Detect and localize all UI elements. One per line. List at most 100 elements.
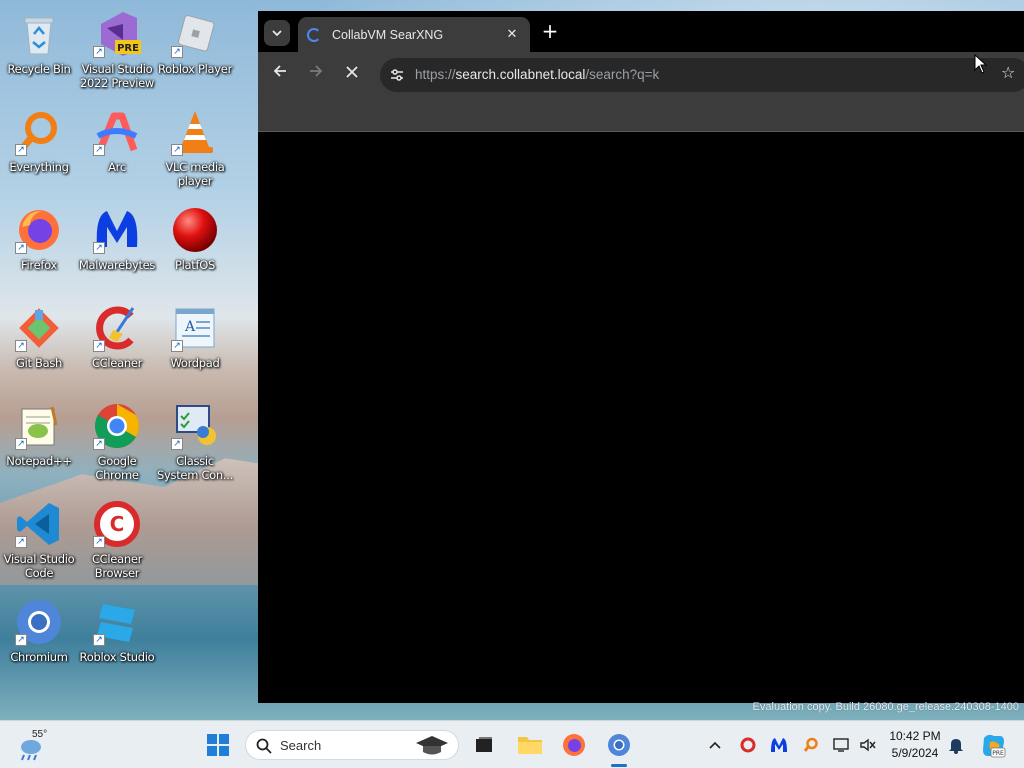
searxng-icon [307,27,321,42]
desktop-icon-roblox-player[interactable]: ↗ Roblox Player [156,6,234,98]
desktop-icon-label: Git Bash [15,356,63,370]
browser-toolbar: https://search.collabnet.local/search?q=… [258,52,1024,97]
shortcut-arrow-icon: ↗ [93,340,105,352]
shortcut-arrow-icon: ↗ [15,438,27,450]
desktop-icon-everything[interactable]: ↗ Everything [0,104,78,196]
shortcut-arrow-icon: ↗ [93,46,105,58]
notepad-plus-plus-icon: ↗ [15,402,63,450]
browser-tab[interactable]: CollabVM SearXNG ✕ [298,17,530,52]
shortcut-arrow-icon: ↗ [171,144,183,156]
back-button[interactable] [268,62,292,86]
weather-widget[interactable]: 55° [18,729,52,761]
firefox-icon [563,734,585,756]
shortcut-arrow-icon: ↗ [93,634,105,646]
graduation-cap-icon [416,736,448,755]
tray-everything[interactable] [800,734,822,756]
desktop-icon-label: Roblox Player [157,62,233,76]
stop-loading-button[interactable] [340,62,364,86]
site-info-icon[interactable] [388,66,406,84]
start-button[interactable] [202,729,234,761]
ccleaner-icon [740,737,756,753]
network-icon [833,738,849,752]
forward-button[interactable] [304,62,328,86]
ccleaner-icon: ↗ [93,304,141,352]
desktop-icon-git-bash[interactable]: ↗ Git Bash [0,300,78,392]
desktop-icon-label: Firefox [21,258,57,272]
notifications-button[interactable] [945,734,967,756]
new-tab-button[interactable]: + [539,20,561,42]
tray-malwarebytes[interactable] [768,734,790,756]
forward-arrow-icon [310,65,323,77]
desktop-icon-label: Recycle Bin [7,62,71,76]
desktop-icon-firefox[interactable]: ↗ Firefox [0,202,78,294]
clock-time: 10:42 PM [889,729,941,743]
clock-date: 5/9/2024 [891,746,939,760]
folder-icon [518,737,542,754]
search-placeholder: Search [280,738,322,753]
desktop-icon-label: CCleaner Browser [91,552,143,580]
git-bash-icon: ↗ [15,304,63,352]
close-icon [346,66,358,78]
mouse-cursor-icon [974,54,988,74]
desktop-icon-platfos[interactable]: PlatfOS [156,202,234,294]
desktop-icon-notepad-plus-plus[interactable]: ↗ Notepad++ [0,398,78,490]
shortcut-arrow-icon: ↗ [15,144,27,156]
tray-network[interactable] [831,734,853,756]
desktop-icon-visual-studio[interactable]: PRE ↗ Visual Studio 2022 Preview [78,6,156,98]
desktop-icon-roblox-studio[interactable]: ↗ Roblox Studio [78,594,156,686]
desktop-icon-wordpad[interactable]: A ↗ Wordpad [156,300,234,392]
tab-close-button[interactable]: ✕ [502,27,522,42]
desktop-icon-recycle-bin[interactable]: Recycle Bin [0,6,78,98]
desktop-icon-label: Roblox Studio [79,650,155,664]
desktop-icon-ccleaner-browser[interactable]: C ↗ CCleaner Browser [78,496,156,588]
shortcut-arrow-icon: ↗ [171,46,183,58]
desktop-icon-label: Everything [9,160,69,174]
page-content[interactable] [258,133,1024,703]
desktop-icon-arc[interactable]: ↗ Arc [78,104,156,196]
shortcut-arrow-icon: ↗ [93,144,105,156]
desktop-icon-label: Malwarebytes [78,258,156,272]
tray-volume[interactable] [857,734,879,756]
chrome-icon: ↗ [93,402,141,450]
recycle-bin-icon [15,10,63,58]
chevron-down-icon [272,30,282,37]
taskbar-task-view[interactable] [468,729,500,761]
task-view-icon [476,737,492,752]
everything-search-icon [803,737,818,752]
desktop-icon-label: Chromium [10,650,68,664]
desktop-icon-classic-system-control[interactable]: ↗ Classic System Con... [156,398,234,490]
desktop-icon-visual-studio-code[interactable]: ↗ Visual Studio Code [0,496,78,588]
shortcut-arrow-icon: ↗ [93,242,105,254]
url-scheme: https:// [415,67,456,82]
malwarebytes-icon [771,738,787,752]
shortcut-arrow-icon: ↗ [171,438,183,450]
desktop-icon-label: Google Chrome [95,454,139,482]
chevron-up-icon [709,741,721,749]
taskbar-search[interactable]: Search [245,730,459,760]
search-icon [256,738,272,754]
desktop-icon-malwarebytes[interactable]: ↗ Malwarebytes [78,202,156,294]
taskbar-file-explorer[interactable] [514,729,546,761]
desktop-icon-ccleaner[interactable]: ↗ CCleaner [78,300,156,392]
taskbar-chromium[interactable] [603,729,635,761]
address-bar[interactable]: https://search.collabnet.local/search?q=… [380,58,1024,92]
desktop-icon-vlc[interactable]: ↗ VLC media player [156,104,234,196]
url-text: https://search.collabnet.local/search?q=… [415,67,659,82]
wordpad-icon: A ↗ [171,304,219,352]
bookmark-star-icon[interactable]: ☆ [1001,63,1015,82]
desktop-icon-label: Classic System Con... [157,454,233,482]
desktop-icon-chromium[interactable]: ↗ Chromium [0,594,78,686]
weather-temperature: 55° [32,729,48,740]
vlc-icon: ↗ [171,108,219,156]
desktop-icon-google-chrome[interactable]: ↗ Google Chrome [78,398,156,490]
chromium-icon: ↗ [15,598,63,646]
system-clock[interactable]: 10:42 PM 5/9/2024 [880,728,950,762]
show-hidden-icons-button[interactable] [704,734,726,756]
bookmarks-bar [258,97,1024,132]
shortcut-arrow-icon: ↗ [15,536,27,548]
tray-ccleaner[interactable] [737,734,759,756]
taskbar-firefox[interactable] [558,729,590,761]
copilot-button[interactable]: PRE [980,732,1006,758]
svg-text:PRE: PRE [992,750,1004,757]
tab-search-button[interactable] [264,20,290,46]
